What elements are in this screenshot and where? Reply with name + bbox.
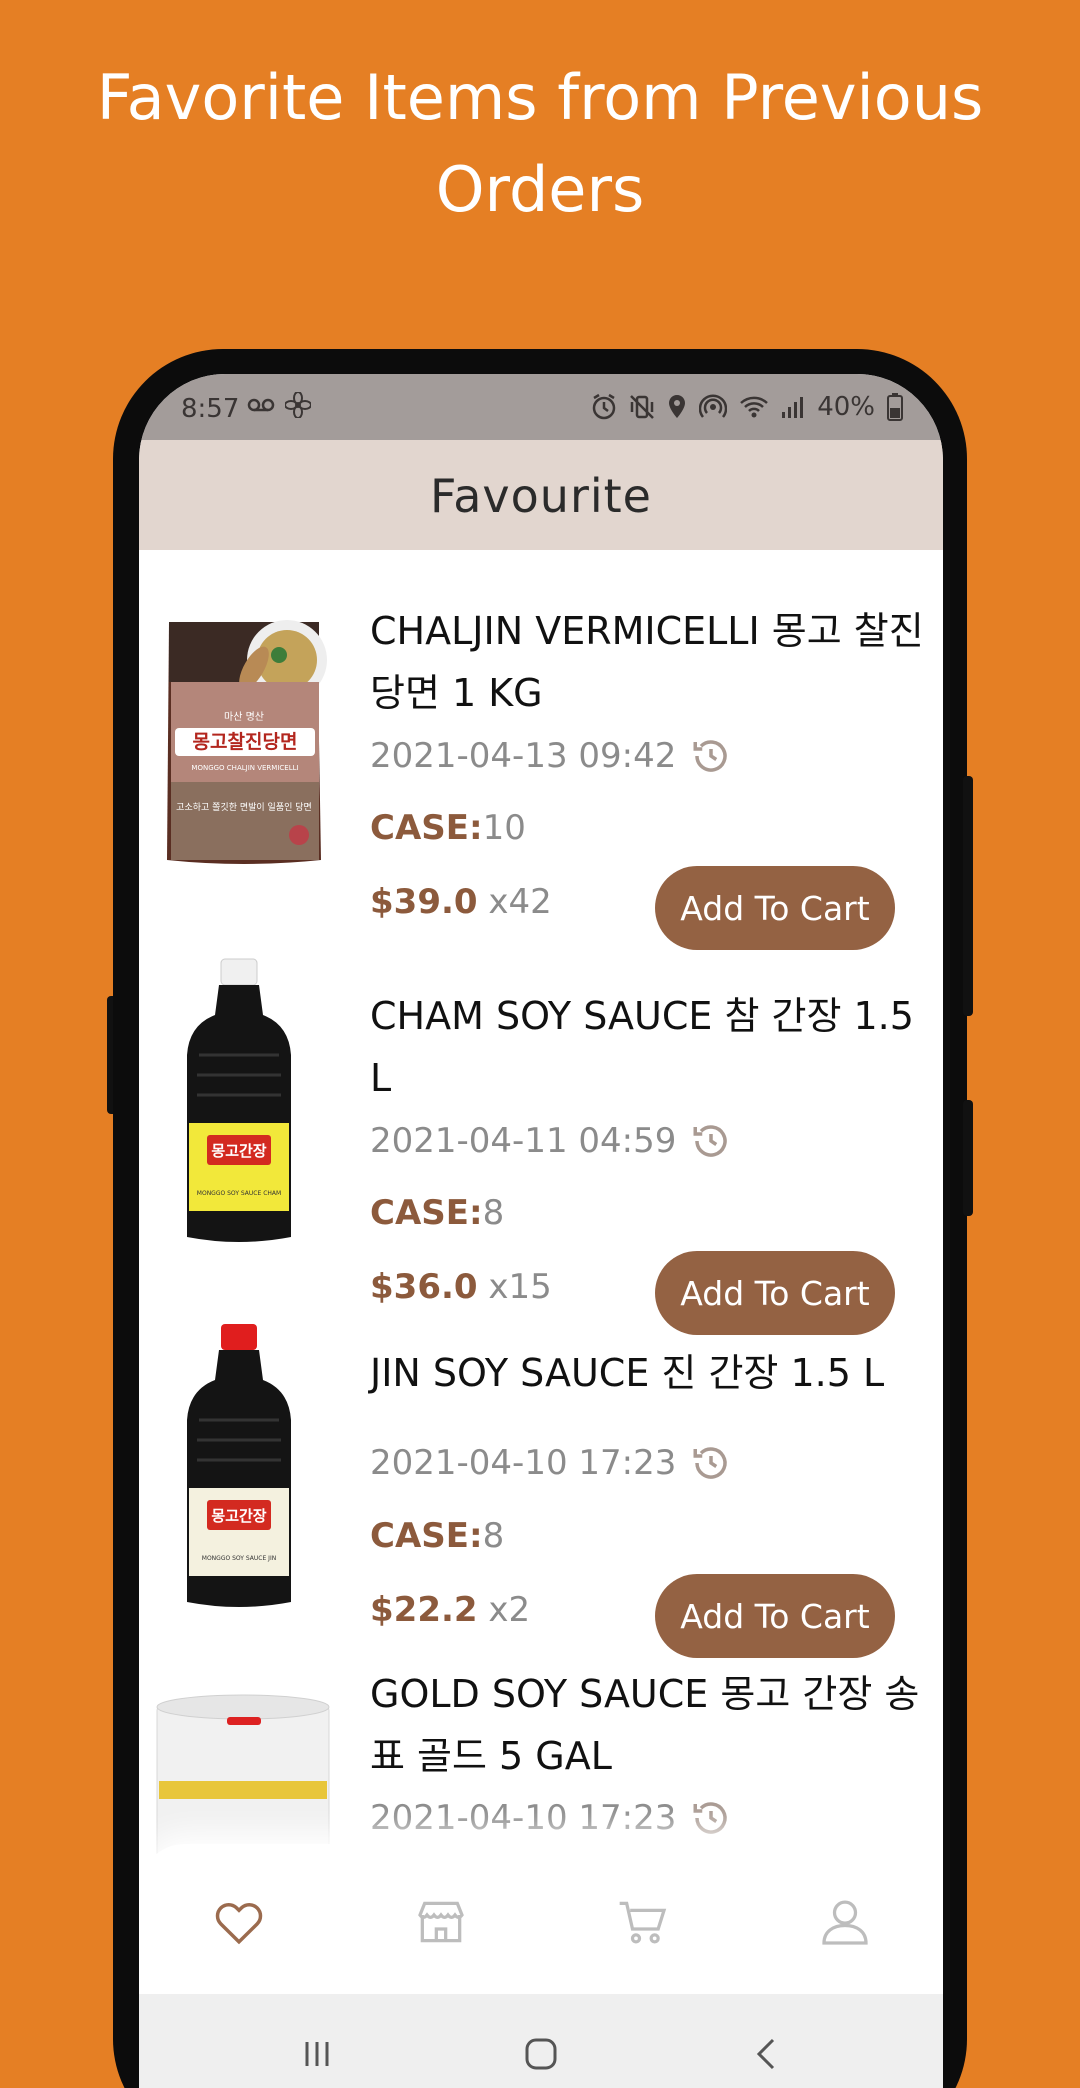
- case-label: CASE:: [370, 1516, 483, 1556]
- list-item: 마산 명산 몽고찰진당면 MONGGO CHALJIN VERMICELLI 고…: [139, 550, 943, 950]
- product-image[interactable]: 몽고간장 MONGGO SOY SAUCE JIN: [159, 1320, 329, 1620]
- case-value: 8: [482, 1193, 505, 1233]
- favourite-list[interactable]: 마산 명산 몽고찰진당면 MONGGO CHALJIN VERMICELLI 고…: [139, 550, 943, 2050]
- svg-text:몽고찰진당면: 몽고찰진당면: [193, 731, 298, 753]
- signal-icon: [782, 397, 804, 418]
- phone-screen: 8:57 40% Favourite 마산 명산 몽고찰진당면 MONGGO C…: [139, 374, 943, 2088]
- voicemail-icon: [247, 398, 275, 412]
- svg-text:MONGGO SOY SAUCE CHAM: MONGGO SOY SAUCE CHAM: [197, 1190, 281, 1197]
- product-name[interactable]: JIN SOY SAUCE 진 간장 1.5 L: [370, 1342, 930, 1404]
- price: $39.0: [370, 882, 478, 922]
- wifi-icon: [740, 396, 769, 418]
- page-title: Favourite: [430, 469, 652, 523]
- list-item: 몽고간장 MONGGO SOY SAUCE CHAM CHAM SOY SAUC…: [139, 935, 943, 1335]
- alarm-icon: [592, 393, 616, 420]
- order-date: 2021-04-13 09:42: [370, 736, 677, 776]
- history-icon[interactable]: [690, 735, 732, 777]
- product-name[interactable]: CHALJIN VERMICELLI 몽고 찰진 당면 1 KG: [370, 600, 930, 724]
- battery-icon: [887, 393, 903, 421]
- price: $22.2: [370, 1590, 478, 1630]
- location-icon: [669, 395, 686, 418]
- bottom-nav: [139, 1844, 943, 1994]
- case-value: 8: [482, 1516, 505, 1556]
- back-icon[interactable]: [749, 2036, 785, 2072]
- svg-text:MONGGO CHALJIN VERMICELLI: MONGGO CHALJIN VERMICELLI: [191, 764, 298, 772]
- quantity: x15: [488, 1267, 552, 1307]
- hotspot-icon: [699, 394, 728, 418]
- case-value: 10: [482, 808, 526, 848]
- vibrate-icon: [630, 395, 655, 419]
- status-bar: 8:57 40%: [139, 374, 943, 440]
- status-time: 8:57: [181, 394, 240, 424]
- fan-icon: [285, 392, 311, 418]
- order-date: 2021-04-11 04:59: [370, 1121, 677, 1161]
- profile-icon[interactable]: [817, 1894, 873, 1950]
- history-icon[interactable]: [690, 1442, 732, 1484]
- svg-text:마산 명산: 마산 명산: [224, 711, 264, 723]
- product-name[interactable]: CHAM SOY SAUCE 참 간장 1.5 L: [370, 985, 930, 1109]
- heart-icon[interactable]: [211, 1894, 267, 1950]
- order-date: 2021-04-10 17:23: [370, 1443, 677, 1483]
- list-item: 몽고간장 MONGGO SOY SAUCE JIN JIN SOY SAUCE …: [139, 1320, 943, 1658]
- home-icon[interactable]: [523, 2036, 559, 2072]
- order-date: 2021-04-10 17:23: [370, 1798, 677, 1838]
- product-image[interactable]: 몽고간장 MONGGO SOY SAUCE CHAM: [159, 955, 329, 1255]
- phone-volume-button: [963, 1100, 973, 1216]
- price: $36.0: [370, 1267, 478, 1307]
- product-name[interactable]: GOLD SOY SAUCE 몽고 간장 송표 골드 5 GAL: [370, 1663, 930, 1787]
- battery-percent: 40%: [817, 392, 875, 422]
- svg-text:고소하고 쫄깃한 면발이 일품인 당면: 고소하고 쫄깃한 면발이 일품인 당면: [176, 802, 312, 813]
- quantity: x42: [488, 882, 552, 922]
- cart-icon[interactable]: [615, 1894, 671, 1950]
- phone-power-button: [963, 776, 973, 1016]
- svg-text:몽고간장: 몽고간장: [211, 1142, 266, 1160]
- recent-apps-icon[interactable]: [299, 2036, 335, 2072]
- promo-title: Favorite Items from Previous Orders: [96, 61, 984, 226]
- history-icon[interactable]: [690, 1120, 732, 1162]
- app-header: Favourite: [139, 440, 943, 550]
- quantity: x2: [488, 1590, 531, 1630]
- store-icon[interactable]: [413, 1894, 469, 1950]
- case-label: CASE:: [370, 1193, 483, 1233]
- svg-text:몽고간장: 몽고간장: [211, 1507, 266, 1525]
- history-icon[interactable]: [690, 1797, 732, 1839]
- svg-text:MONGGO SOY SAUCE JIN: MONGGO SOY SAUCE JIN: [202, 1555, 276, 1562]
- system-nav-bar: [139, 1994, 943, 2088]
- product-image[interactable]: 마산 명산 몽고찰진당면 MONGGO CHALJIN VERMICELLI 고…: [159, 620, 329, 870]
- case-label: CASE:: [370, 808, 483, 848]
